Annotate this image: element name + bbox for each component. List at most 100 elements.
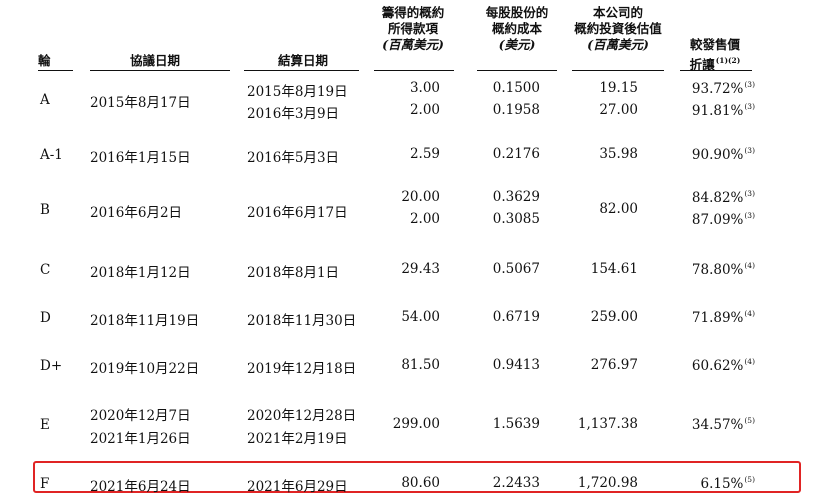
- settlement-date: 2016年5月3日: [247, 150, 340, 166]
- discount-percent: 71.89%: [691, 310, 744, 326]
- discount-percent: 60.62%: [691, 358, 744, 374]
- discount-value: 93.72%(3): [692, 80, 755, 97]
- proceeds-value: 81.50: [401, 357, 440, 373]
- header-proceeds-line2: 所得款項: [387, 21, 438, 36]
- discount-percent: 91.81%: [691, 103, 744, 119]
- discount-value: 91.81%(3): [692, 102, 755, 119]
- header-underline: [477, 70, 557, 71]
- settlement-date: 2015年8月19日: [247, 84, 348, 100]
- round-label: F: [40, 476, 50, 492]
- cost-value: 0.1500: [492, 80, 540, 96]
- header-valuation-line2: 概約投資後估值: [574, 21, 662, 36]
- settlement-date: 2018年8月1日: [247, 265, 340, 281]
- proceeds-value: 3.00: [409, 80, 440, 96]
- header-underline: [374, 70, 454, 71]
- discount-note: (3): [744, 211, 755, 220]
- agreement-date: 2016年1月15日: [90, 150, 191, 166]
- settlement-date: 2016年6月17日: [247, 205, 348, 221]
- discount-value: 84.82%(3): [692, 189, 755, 206]
- discount-note: (3): [744, 189, 755, 198]
- valuation-value: 35.98: [599, 146, 638, 162]
- settlement-date: 2019年12月18日: [247, 361, 357, 377]
- proceeds-value: 80.60: [401, 475, 440, 491]
- cost-value: 0.1958: [492, 102, 540, 118]
- cost-value: 0.9413: [492, 357, 540, 373]
- proceeds-value: 29.43: [401, 261, 440, 277]
- discount-value: 71.89%(4): [692, 309, 755, 326]
- header-cost-per-share: 每股股份的 概約成本 (美元): [475, 5, 559, 53]
- discount-note: (5): [744, 416, 755, 425]
- discount-percent: 78.80%: [691, 262, 744, 278]
- header-settlement-date: 結算日期: [278, 53, 329, 68]
- header-valuation: 本公司的 概約投資後估值 (百萬美元): [568, 5, 668, 53]
- cost-value: 0.3629: [492, 189, 540, 205]
- header-underline: [90, 70, 230, 71]
- discount-note: (3): [744, 146, 755, 155]
- header-round: 輪: [38, 53, 51, 68]
- valuation-value: 27.00: [599, 102, 638, 118]
- discount-note: (3): [744, 80, 755, 89]
- discount-percent: 93.72%: [691, 81, 744, 97]
- agreement-date: 2019年10月22日: [90, 361, 200, 377]
- discount-value: 87.09%(3): [692, 211, 755, 228]
- discount-percent: 90.90%: [691, 147, 744, 163]
- discount-value: 6.15%(5): [700, 475, 755, 492]
- discount-percent: 34.57%: [691, 417, 744, 433]
- header-cost-line1: 每股股份的: [485, 5, 549, 20]
- valuation-value: 154.61: [590, 261, 638, 277]
- discount-value: 90.90%(3): [692, 146, 755, 163]
- discount-percent: 87.09%: [691, 212, 744, 228]
- header-valuation-line1: 本公司的: [592, 5, 643, 20]
- header-discount: 較發售價 折讓(1)(2): [675, 37, 755, 73]
- settlement-date: 2021年6月29日: [247, 479, 348, 495]
- discount-note: (4): [744, 357, 755, 366]
- proceeds-value: 2.59: [409, 146, 440, 162]
- discount-note: (4): [744, 261, 755, 270]
- settlement-date: 2016年3月9日: [247, 106, 340, 122]
- valuation-value: 82.00: [599, 201, 638, 217]
- agreement-date: 2018年11月19日: [90, 313, 200, 329]
- cost-value: 0.6719: [492, 309, 540, 325]
- round-label: D: [40, 310, 51, 326]
- header-underline: [244, 70, 359, 71]
- agreement-date: 2021年6月24日: [90, 479, 191, 495]
- discount-note: (4): [744, 309, 755, 318]
- round-label: D+: [40, 358, 63, 374]
- agreement-date: 2018年1月12日: [90, 265, 191, 281]
- header-discount-note: (1)(2): [715, 56, 741, 65]
- discount-value: 60.62%(4): [692, 357, 755, 374]
- header-cost-line3: (美元): [498, 37, 536, 52]
- settlement-date: 2020年12月28日: [247, 408, 357, 424]
- proceeds-value: 299.00: [392, 416, 440, 432]
- header-underline: [572, 70, 664, 71]
- cost-value: 2.2433: [492, 475, 540, 491]
- proceeds-value: 20.00: [401, 189, 440, 205]
- discount-note: (3): [744, 102, 755, 111]
- round-label: E: [40, 417, 50, 433]
- proceeds-value: 2.00: [409, 211, 440, 227]
- discount-percent: 6.15%: [700, 476, 744, 492]
- valuation-value: 1,720.98: [577, 475, 638, 491]
- proceeds-value: 54.00: [401, 309, 440, 325]
- valuation-value: 259.00: [590, 309, 638, 325]
- valuation-value: 19.15: [599, 80, 638, 96]
- discount-note: (5): [744, 475, 755, 484]
- round-label: A: [40, 92, 50, 108]
- header-underline: [680, 70, 752, 71]
- agreement-date: 2016年6月2日: [90, 205, 183, 221]
- header-cost-line2: 概約成本: [491, 21, 542, 36]
- header-discount-line1: 較發售價: [689, 37, 740, 52]
- header-proceeds-line3: (百萬美元): [382, 37, 444, 52]
- proceeds-value: 2.00: [409, 102, 440, 118]
- cost-value: 0.3085: [492, 211, 540, 227]
- agreement-date: 2020年12月7日: [90, 408, 191, 424]
- header-underline: [38, 70, 73, 71]
- valuation-value: 1,137.38: [577, 416, 638, 432]
- round-label: B: [40, 202, 50, 218]
- round-label: C: [40, 262, 51, 278]
- header-agreement-date: 協議日期: [130, 53, 181, 68]
- agreement-date: 2015年8月17日: [90, 95, 191, 111]
- valuation-value: 276.97: [590, 357, 638, 373]
- header-proceeds-line1: 籌得的概約: [381, 5, 445, 20]
- settlement-date: 2018年11月30日: [247, 313, 357, 329]
